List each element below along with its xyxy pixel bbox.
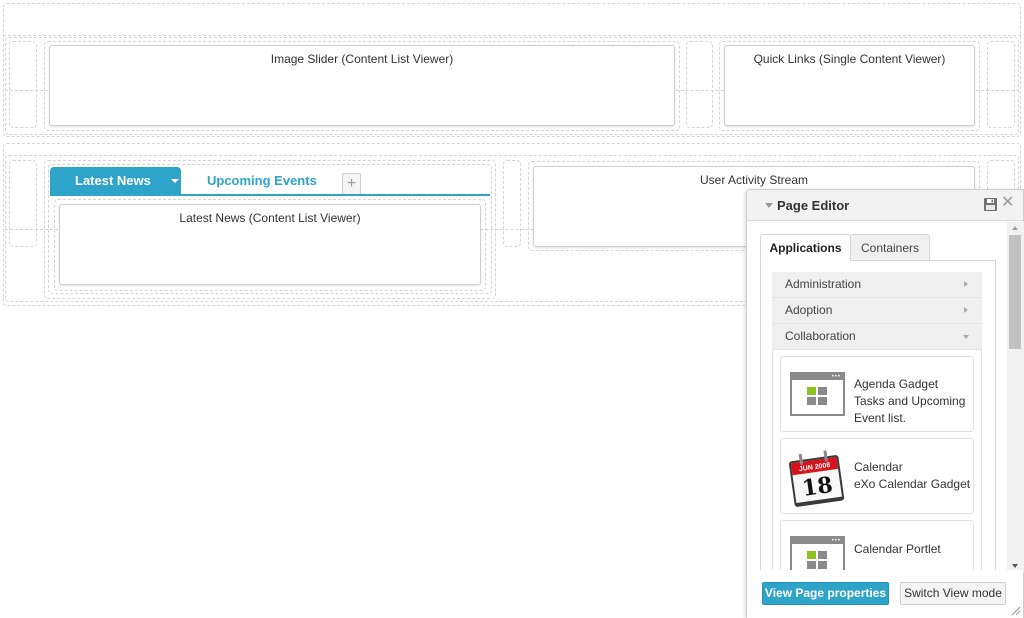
category-adoption-label: Adoption [785, 303, 833, 317]
category-administration[interactable]: Administration [772, 272, 982, 298]
tab-upcoming-events[interactable]: Upcoming Events [207, 167, 317, 194]
switch-view-mode-button[interactable]: Switch View mode [900, 582, 1006, 605]
category-collaboration-label: Collaboration [785, 329, 856, 343]
tab-containers-label: Containers [860, 241, 920, 255]
row2-left-spacer [9, 160, 37, 247]
page-editor-header[interactable]: Page Editor ✕ [747, 190, 1023, 221]
row-divider [3, 35, 1021, 36]
portlet-icon: ••• [790, 536, 845, 570]
app-name: Calendar [854, 460, 903, 474]
app-name: Agenda Gadget [854, 377, 939, 391]
category-adoption[interactable]: Adoption [772, 298, 982, 324]
scroll-down-icon[interactable] [1012, 564, 1018, 568]
latest-news-portlet[interactable]: Latest News (Content List Viewer) [59, 204, 481, 285]
resize-grip-icon[interactable] [1011, 606, 1021, 616]
tab-upcoming-events-label: Upcoming Events [207, 173, 317, 188]
app-description: eXo Calendar Gadget [854, 477, 971, 491]
page-editor-footer: View Page properties Switch View mode [747, 570, 1023, 618]
collapse-icon[interactable] [765, 203, 773, 208]
row1-left-spacer [9, 41, 37, 128]
collaboration-app-list: ••• Agenda Gadget Tasks and Upcoming Eve… [772, 350, 982, 570]
app-agenda-gadget[interactable]: ••• Agenda Gadget Tasks and Upcoming Eve… [780, 356, 974, 432]
app-calendar[interactable]: JUN 2008 18 Calendar eXo Calendar Gadget [780, 438, 974, 514]
app-calendar-text: Calendar eXo Calendar Gadget [854, 459, 970, 493]
content-tabbar: Latest News Upcoming Events + [50, 167, 490, 196]
user-activity-title: User Activity Stream [699, 173, 809, 187]
tab-applications-label: Applications [769, 241, 842, 255]
row1-right-spacer [987, 41, 1015, 128]
app-description: Event list. [854, 411, 907, 425]
app-calendar-portlet-text: Calendar Portlet [854, 541, 941, 558]
tab-latest-news-label: Latest News [75, 173, 151, 188]
calendar-day-text: 18 [800, 472, 834, 502]
image-slider-portlet[interactable]: Image Slider (Content List Viewer) [49, 45, 675, 126]
quick-links-title: Quick Links (Single Content Viewer) [753, 52, 946, 66]
plus-icon: + [346, 175, 357, 192]
app-calendar-portlet[interactable]: ••• Calendar Portlet [780, 520, 974, 570]
save-icon[interactable] [984, 198, 997, 211]
quick-links-portlet[interactable]: Quick Links (Single Content Viewer) [724, 45, 975, 126]
chevron-down-icon [963, 335, 969, 339]
gadget-icon: ••• [790, 372, 845, 416]
app-list-scrollbar[interactable] [1007, 222, 1024, 572]
scroll-up-icon[interactable] [1012, 226, 1018, 230]
latest-news-title: Latest News (Content List Viewer) [179, 211, 361, 225]
view-page-properties-button[interactable]: View Page properties [762, 582, 889, 605]
tab-containers[interactable]: Containers [850, 234, 930, 261]
chevron-right-icon [964, 307, 968, 313]
app-agenda-gadget-text: Agenda Gadget Tasks and Upcoming Event l… [854, 376, 965, 427]
app-description: Tasks and Upcoming [854, 394, 966, 408]
close-icon[interactable]: ✕ [1001, 194, 1014, 212]
category-collaboration[interactable]: Collaboration [772, 324, 982, 350]
scrollbar-thumb[interactable] [1009, 235, 1021, 349]
category-administration-label: Administration [785, 277, 862, 291]
row1-mid-spacer [686, 41, 713, 128]
tab-latest-news[interactable]: Latest News [50, 167, 181, 194]
chevron-right-icon [964, 281, 968, 287]
page-editor-panel[interactable]: Page Editor ✕ Applications Containers Ad… [746, 189, 1024, 618]
page-editor-title: Page Editor [777, 198, 850, 213]
app-name: Calendar Portlet [854, 542, 941, 556]
image-slider-title: Image Slider (Content List Viewer) [270, 52, 454, 66]
calendar-icon: JUN 2008 18 [788, 450, 845, 507]
page-editor-tabs: Applications Containers [760, 234, 996, 261]
row2-mid-spacer [503, 160, 521, 247]
tab-dropdown-icon[interactable] [171, 179, 179, 183]
add-tab-button[interactable]: + [342, 173, 361, 194]
tab-applications[interactable]: Applications [760, 234, 851, 261]
